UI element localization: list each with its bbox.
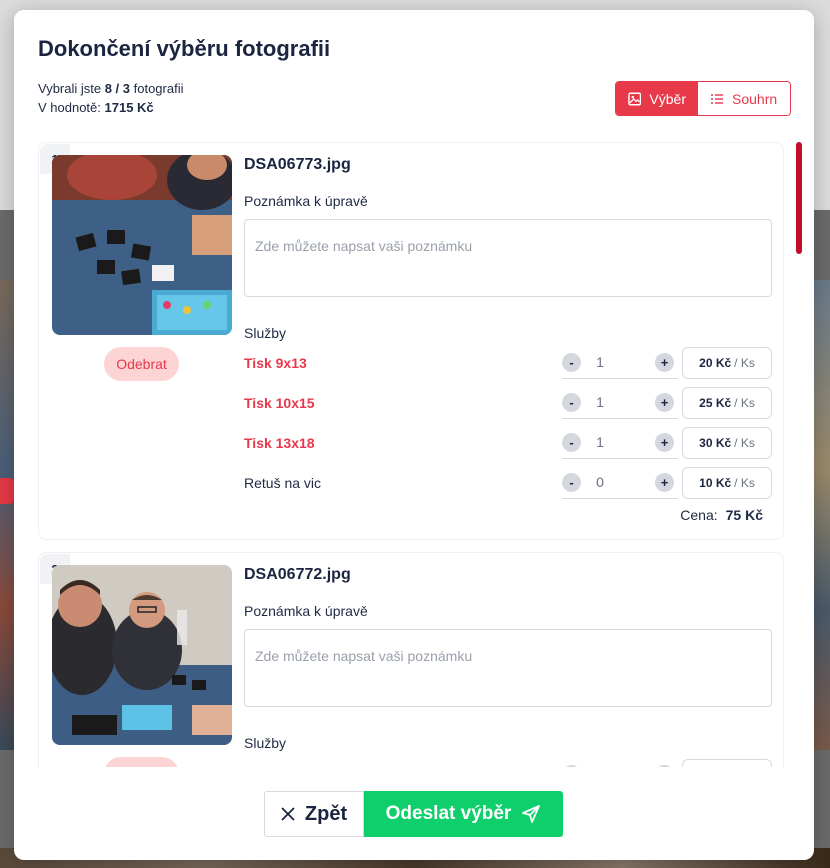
unit-price: 30 Kč / Ks [682,427,772,459]
photo-filename: DSA06773.jpg [244,156,351,173]
quantity-value[interactable]: 1 [590,354,610,370]
decrement-button[interactable]: - [562,353,581,372]
note-label: Poznámka k úpravě [244,193,368,209]
service-row: Tisk 9x13 - 1 + 20 Kč / Ks [244,347,772,379]
total-value: 1715 Kč [104,100,154,115]
quantity-stepper [562,759,678,767]
photo-thumbnail[interactable] [52,155,232,335]
decrement-button[interactable]: - [562,433,581,452]
unit-price: 25 Kč / Ks [682,387,772,419]
service-name: Retuš na vic [244,475,322,491]
photo-card: 1 [38,142,784,540]
quantity-value[interactable]: 0 [590,474,610,490]
submit-button[interactable]: Odeslat výběr [364,791,563,837]
decrement-button[interactable] [562,765,581,767]
note-field[interactable] [244,629,772,707]
service-row: Tisk 10x15 - 1 + 25 Kč / Ks [244,387,772,419]
quantity-stepper: - 1 + [562,347,678,379]
unit-price: 10 Kč / Ks [682,467,772,499]
unit-price [682,759,772,767]
summary-view-button[interactable]: Souhrn [698,82,790,115]
decrement-button[interactable]: - [562,393,581,412]
scrollbar-thumb[interactable] [796,142,802,254]
service-name: Tisk 13x18 [244,435,315,451]
service-name: Tisk 9x13 [244,355,307,371]
back-button[interactable]: Zpět [264,791,364,837]
photo-list[interactable]: 1 [38,142,800,767]
quantity-stepper: - 1 + [562,427,678,459]
increment-button[interactable] [655,765,674,767]
services-label: Služby [244,325,287,341]
background-tab [0,478,14,504]
view-toggle: Výběr Souhrn [615,81,791,116]
quantity-value[interactable]: 1 [590,394,610,410]
increment-button[interactable]: + [655,353,674,372]
modal-title: Dokončení výběru fotografii [38,36,331,61]
selected-count: 8 / 3 [104,81,131,96]
selection-summary: Vybrali jste 8 / 3 fotografii V hodnotě:… [38,81,184,115]
selection-view-button[interactable]: Výběr [616,82,698,115]
note-field[interactable] [244,219,772,297]
service-name: Tisk 10x15 [244,395,315,411]
close-icon [281,807,295,821]
photo-filename: DSA06772.jpg [244,566,351,583]
increment-button[interactable]: + [655,433,674,452]
services-label: Služby [244,735,287,751]
send-icon [522,805,541,823]
photo-card: 2 [38,552,784,767]
quantity-stepper: - 1 + [562,387,678,419]
remove-button[interactable] [104,757,179,767]
image-icon [628,92,642,105]
unit-price: 20 Kč / Ks [682,347,772,379]
quantity-value[interactable]: 1 [590,434,610,450]
decrement-button[interactable]: - [562,473,581,492]
quantity-stepper: - 0 + [562,467,678,499]
photo-thumbnail[interactable] [52,565,232,745]
modal-footer: Zpět Odeslat výběr [264,791,563,837]
increment-button[interactable]: + [655,393,674,412]
service-row: Retuš na vic - 0 + 10 Kč / Ks [244,467,772,499]
remove-button[interactable]: Odebrat [104,347,179,381]
service-row: Tisk 13x18 - 1 + 30 Kč / Ks [244,427,772,459]
list-icon [711,93,723,104]
increment-button[interactable]: + [655,473,674,492]
note-label: Poznámka k úpravě [244,603,368,619]
service-row [244,759,772,767]
selection-modal: Dokončení výběru fotografii Vybrali jste… [14,10,814,860]
photo-price: Cena: 75 Kč [680,507,763,523]
